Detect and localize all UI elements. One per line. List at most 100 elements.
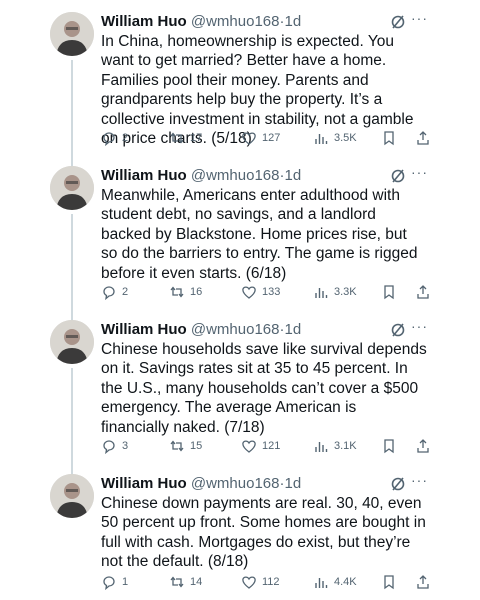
like-count: 112 — [262, 576, 280, 588]
repost-count: 14 — [190, 576, 203, 588]
reply-icon — [103, 440, 115, 454]
like-button[interactable]: 112 — [241, 572, 280, 592]
tweet-text: Chinese households save like survival de… — [101, 341, 427, 436]
views-button[interactable]: 3.5K — [313, 128, 357, 148]
repost-count: 17 — [190, 132, 203, 144]
author-handle[interactable]: @wmhuo168 — [191, 167, 280, 184]
reply-icon — [103, 576, 115, 590]
author-handle[interactable]: @wmhuo168 — [191, 13, 280, 30]
grok-icon[interactable] — [390, 476, 406, 492]
tweet[interactable]: William Huo @wmhuo168·1d ··· Meanwhile, … — [0, 164, 480, 306]
views-count: 3.5K — [334, 132, 357, 144]
like-button[interactable]: 127 — [241, 128, 280, 148]
reply-count: 2 — [122, 286, 129, 298]
reply-icon — [103, 132, 115, 146]
views-button[interactable]: 4.4K — [313, 572, 357, 592]
more-icon[interactable]: ··· — [411, 472, 428, 488]
tweet-text: Chinese down payments are real. 30, 40, … — [101, 495, 426, 571]
share-icon — [417, 575, 429, 589]
like-icon — [242, 286, 256, 299]
repost-button[interactable]: 15 — [169, 436, 202, 456]
reply-button[interactable]: 1 — [101, 572, 128, 592]
tweet-header: William Huo @wmhuo168·1d — [101, 320, 430, 340]
tweet[interactable]: William Huo @wmhuo168·1d ··· In China, h… — [0, 10, 480, 152]
views-icon — [315, 134, 328, 144]
repost-icon — [170, 576, 184, 588]
more-icon[interactable]: ··· — [411, 164, 428, 180]
views-count: 3.3K — [334, 286, 357, 298]
like-count: 121 — [262, 440, 281, 452]
tweet-header: William Huo @wmhuo168·1d — [101, 12, 430, 32]
author-name[interactable]: William Huo — [101, 13, 187, 30]
author-name[interactable]: William Huo — [101, 167, 187, 184]
share-button[interactable] — [415, 282, 431, 302]
timestamp[interactable]: 1d — [284, 321, 301, 338]
avatar[interactable] — [50, 320, 94, 364]
avatar[interactable] — [50, 166, 94, 210]
tweet[interactable]: William Huo @wmhuo168·1d ··· Chinese hou… — [0, 318, 480, 460]
grok-icon[interactable] — [390, 14, 406, 30]
avatar[interactable] — [50, 474, 94, 518]
grok-icon[interactable] — [390, 322, 406, 338]
author-handle[interactable]: @wmhuo168 — [191, 321, 280, 338]
repost-icon — [170, 440, 184, 452]
repost-button[interactable]: 14 — [169, 572, 202, 592]
views-button[interactable]: 3.1K — [313, 436, 357, 456]
reply-button[interactable]: 3 — [101, 436, 128, 456]
author-handle[interactable]: @wmhuo168 — [191, 475, 280, 492]
bookmark-button[interactable] — [381, 128, 397, 148]
reply-icon — [103, 286, 115, 300]
tweet-header: William Huo @wmhuo168·1d — [101, 166, 430, 186]
grok-icon[interactable] — [390, 168, 406, 184]
bookmark-icon — [384, 439, 394, 454]
like-count: 133 — [262, 286, 281, 298]
repost-button[interactable]: 16 — [169, 282, 202, 302]
share-icon — [417, 285, 429, 299]
tweet[interactable]: William Huo @wmhuo168·1d ··· Chinese dow… — [0, 472, 480, 600]
views-icon — [315, 288, 328, 298]
repost-icon — [170, 132, 184, 144]
share-icon — [417, 439, 429, 453]
timestamp[interactable]: 1d — [284, 475, 301, 492]
repost-button[interactable]: 17 — [169, 128, 202, 148]
views-button[interactable]: 3.3K — [313, 282, 357, 302]
reply-count: 3 — [122, 440, 129, 452]
share-button[interactable] — [415, 128, 431, 148]
bookmark-button[interactable] — [381, 572, 397, 592]
tweet-header: William Huo @wmhuo168·1d — [101, 474, 430, 494]
like-icon — [242, 132, 256, 145]
like-button[interactable]: 121 — [241, 436, 280, 456]
timestamp[interactable]: 1d — [284, 167, 301, 184]
like-button[interactable]: 133 — [241, 282, 280, 302]
views-count: 3.1K — [334, 440, 357, 452]
tweet-text: Meanwhile, Americans enter adulthood wit… — [101, 187, 418, 282]
views-icon — [315, 578, 328, 588]
like-count: 127 — [262, 132, 281, 144]
author-name[interactable]: William Huo — [101, 475, 187, 492]
more-icon[interactable]: ··· — [411, 10, 428, 26]
reply-button[interactable]: 2 — [101, 282, 128, 302]
repost-count: 16 — [190, 286, 203, 298]
views-count: 4.4K — [334, 576, 357, 588]
action-bar: 2 17 127 3.5K — [101, 128, 431, 148]
bookmark-button[interactable] — [381, 436, 397, 456]
like-icon — [242, 576, 256, 589]
bookmark-button[interactable] — [381, 282, 397, 302]
views-icon — [315, 442, 328, 452]
bookmark-icon — [384, 575, 394, 590]
bookmark-icon — [384, 131, 394, 146]
avatar[interactable] — [50, 12, 94, 56]
share-button[interactable] — [415, 436, 431, 456]
like-icon — [242, 440, 256, 453]
repost-count: 15 — [190, 440, 203, 452]
more-icon[interactable]: ··· — [411, 318, 428, 334]
author-name[interactable]: William Huo — [101, 321, 187, 338]
bookmark-icon — [384, 285, 394, 300]
repost-icon — [170, 286, 184, 298]
reply-count: 1 — [122, 576, 129, 588]
timestamp[interactable]: 1d — [284, 13, 301, 30]
action-bar: 2 16 133 3.3K — [101, 282, 431, 302]
reply-button[interactable]: 2 — [101, 128, 128, 148]
share-button[interactable] — [415, 572, 431, 592]
action-bar: 1 14 112 4.4K — [101, 572, 431, 592]
